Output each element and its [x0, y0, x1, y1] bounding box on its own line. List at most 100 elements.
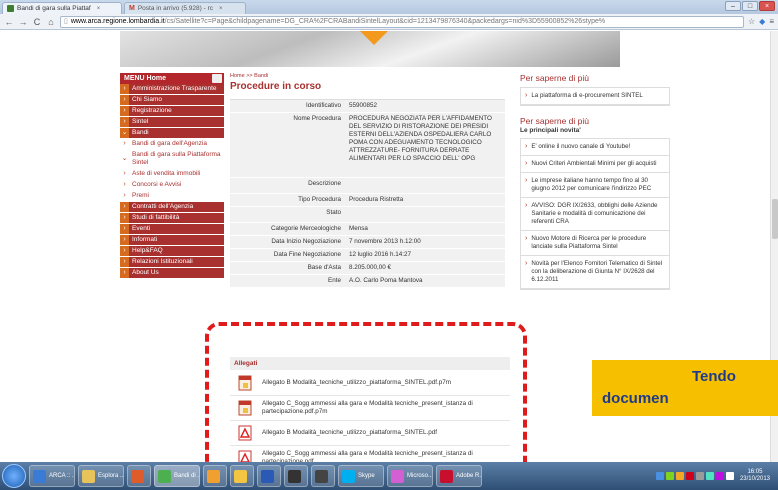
browser-tab-mail[interactable]: M Posta in arrivo (5.928) - rc ×: [124, 2, 246, 14]
menu-item[interactable]: › Chi Siamo: [120, 95, 224, 106]
minimize-icon[interactable]: –: [725, 1, 741, 11]
menu-item[interactable]: › About Us: [120, 268, 224, 279]
breadcrumb[interactable]: Home >> Bandi: [230, 73, 510, 79]
tray-icon[interactable]: [675, 472, 684, 480]
detail-value: Procedura Ristretta: [349, 196, 404, 203]
main-content: Home >> Bandi Procedure in corso Identif…: [230, 73, 510, 462]
callout-box: Tendo documen: [592, 360, 778, 416]
menu-item[interactable]: › Registrazione: [120, 106, 224, 117]
clock[interactable]: 16:05 23/10/2013: [736, 469, 774, 483]
menu-item[interactable]: › Sintel: [120, 117, 224, 128]
attachment-item[interactable]: Allegato B Modalità_tecniche_utilizzo_pi…: [230, 371, 510, 396]
right-sidebar: Per saperne di più › La piattaforma di e-…: [520, 73, 670, 290]
menu-item[interactable]: › Studi di fattibilità: [120, 213, 224, 224]
taskbar-button[interactable]: [284, 465, 308, 487]
chevron-right-icon: ›: [525, 260, 528, 267]
scrollbar-thumb[interactable]: [772, 199, 778, 239]
chevron-right-icon: ›: [525, 143, 528, 150]
taskbar-button[interactable]: Skype: [338, 465, 384, 487]
menu-item[interactable]: ⌄ Bandi: [120, 128, 224, 139]
home-icon[interactable]: ⌂: [46, 17, 56, 27]
attachment-link[interactable]: Allegato B Modalità_tecniche_utilizzo_pi…: [262, 379, 451, 387]
close-window-icon[interactable]: ×: [759, 1, 775, 11]
news-box: › E' online il nuovo canale di Youtube! › N…: [520, 138, 670, 290]
menu-item[interactable]: › Informati: [120, 235, 224, 246]
menu-item-label: Premi: [129, 191, 224, 201]
menu-item[interactable]: › Contratti dell'Agenzia: [120, 202, 224, 213]
rss-icon[interactable]: [212, 74, 222, 83]
taskbar-label: Esplora ...: [98, 473, 124, 479]
side-news-link[interactable]: › AVVISO: DGR IX/2633, obblighi delle Azi…: [521, 198, 669, 231]
chevron-right-icon: ›: [525, 202, 528, 209]
taskbar-button[interactable]: Bandi di ...: [154, 465, 200, 487]
menu-item[interactable]: › Amministrazione Trasparente: [120, 84, 224, 95]
menu-item-label: Registrazione: [129, 106, 224, 116]
bookmark-star-icon[interactable]: ☆: [748, 17, 755, 26]
side-news-link[interactable]: › Le imprese italiane hanno tempo fino al…: [521, 173, 669, 198]
menu-item-label: Contratti dell'Agenzia: [129, 202, 224, 212]
menu-item[interactable]: › Aste di vendita immobili: [120, 169, 224, 180]
app-icon: [440, 469, 453, 483]
attachment-link[interactable]: Allegato B Modalità_tecniche_utilizzo_pi…: [262, 429, 437, 437]
menu-item-label: Aste di vendita immobili: [129, 169, 224, 179]
close-tab-icon[interactable]: ×: [219, 6, 223, 12]
menu-item[interactable]: › Premi: [120, 191, 224, 202]
side-news-link[interactable]: › Nuovo Motore di Ricerca per le procedur…: [521, 231, 669, 256]
back-icon[interactable]: ←: [4, 17, 14, 27]
taskbar-button[interactable]: [203, 465, 227, 487]
tray-icon[interactable]: [685, 472, 694, 480]
tray-icon[interactable]: [725, 472, 734, 480]
side-news-link[interactable]: › Nuovi Criteri Ambientali Minimi per gli…: [521, 156, 669, 173]
menu-item-label: Concorsi e Avvisi: [129, 180, 224, 190]
menu-icon[interactable]: ≡: [769, 17, 774, 26]
taskbar-button[interactable]: ARCA :: ...: [29, 465, 75, 487]
attachment-item[interactable]: Allegato C_Sogg ammessi alla gara e Moda…: [230, 396, 510, 421]
side-news-link[interactable]: › Novità per l'Elenco Fornitori Telematic…: [521, 256, 669, 289]
tray-icon[interactable]: [655, 472, 664, 480]
attachment-item[interactable]: Allegato B Modalità_tecniche_utilizzo_pi…: [230, 421, 510, 446]
taskbar-button[interactable]: [311, 465, 335, 487]
detail-row: Ente A.O. Carlo Poma Mantova: [230, 275, 505, 288]
reload-icon[interactable]: C: [32, 17, 42, 27]
url-input[interactable]: ▯ www.arca.regione.lombardia.it/cs/Satel…: [60, 15, 744, 28]
taskbar-button[interactable]: Microso...: [387, 465, 433, 487]
chevron-right-icon: ›: [120, 268, 129, 278]
callout-line-1: Tendo: [692, 368, 736, 385]
browser-tab-active[interactable]: Bandi di gara sulla Piattaf ×: [2, 2, 122, 14]
tray-icon[interactable]: [715, 472, 724, 480]
extension-icon[interactable]: ◆: [759, 17, 765, 26]
attachment-item[interactable]: Allegato C_Sogg ammessi alla gara e Moda…: [230, 446, 510, 462]
side-news-link[interactable]: › E' online il nuovo canale di Youtube!: [521, 139, 669, 156]
start-button[interactable]: [2, 464, 26, 488]
tray-icon[interactable]: [695, 472, 704, 480]
close-tab-icon[interactable]: ×: [97, 6, 101, 12]
detail-key: Identificativo: [305, 102, 341, 109]
app-icon: [288, 469, 301, 483]
taskbar-button[interactable]: [127, 465, 151, 487]
detail-value: A.O. Carlo Poma Mantova: [349, 277, 423, 284]
taskbar-button[interactable]: [230, 465, 254, 487]
detail-key: Tipo Procedura: [298, 196, 341, 203]
chevron-right-icon: ›: [120, 180, 129, 190]
menu-item[interactable]: › Concorsi e Avvisi: [120, 180, 224, 191]
menu-item[interactable]: › Eventi: [120, 224, 224, 235]
menu-item[interactable]: ⌄ Bandi di gara sulla Piattaforma Sintel: [120, 150, 224, 169]
forward-icon[interactable]: →: [18, 17, 28, 27]
menu-header[interactable]: MENU Home: [120, 73, 224, 84]
attachment-link[interactable]: Allegato C_Sogg ammessi alla gara e Moda…: [262, 400, 502, 416]
taskbar-button[interactable]: Esplora ...: [78, 465, 124, 487]
side-news-link[interactable]: › La piattaforma di e-procurement SINTEL: [521, 88, 669, 105]
taskbar-button[interactable]: Adobe R...: [436, 465, 482, 487]
taskbar-label: ARCA :: ...: [49, 473, 75, 479]
menu-item[interactable]: › Help&FAQ: [120, 246, 224, 257]
maximize-icon[interactable]: □: [742, 1, 758, 11]
menu-item[interactable]: › Relazioni Istituzionali: [120, 257, 224, 268]
attachment-link[interactable]: Allegato C_Sogg ammessi alla gara e Moda…: [262, 450, 502, 462]
taskbar-button[interactable]: [257, 465, 281, 487]
tray-icon[interactable]: [665, 472, 674, 480]
p7m-file-icon: [238, 400, 252, 416]
menu-item[interactable]: › Bandi di gara dell'Agenzia: [120, 139, 224, 150]
section-title: Per saperne di più: [520, 73, 589, 83]
tray-icon[interactable]: [705, 472, 714, 480]
window-controls: – □ ×: [725, 1, 775, 11]
